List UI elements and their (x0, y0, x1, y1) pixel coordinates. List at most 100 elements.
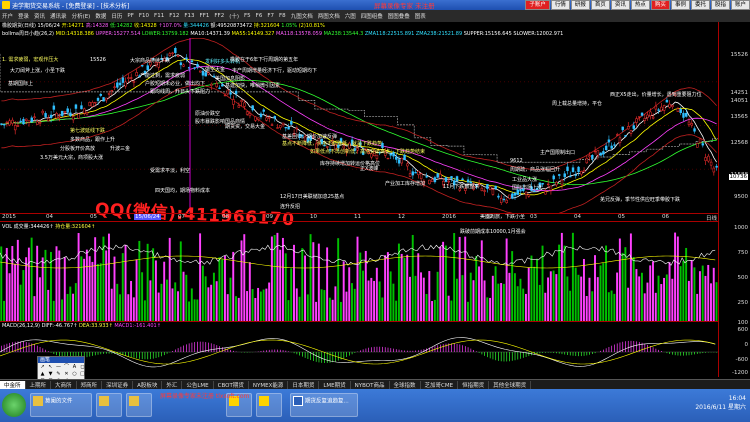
draw-tool-10[interactable]: ○ (71, 371, 78, 378)
market-tab-12[interactable]: NYBOT商品 (351, 380, 390, 389)
candle-body (198, 70, 202, 73)
toolbar-item-24[interactable]: 图表 (415, 12, 426, 20)
toolbar-item-20[interactable]: 两图文档 (318, 12, 340, 20)
volume-bar (530, 255, 533, 322)
volume-panel[interactable]: VOL 成交量:344426↑ 持仓量:321604↑ (0, 221, 718, 322)
toolbar-item-1[interactable]: 登录 (18, 12, 29, 20)
candle-body (607, 139, 611, 143)
system-clock[interactable]: 16:04 2016/6/11 星期六 (695, 395, 746, 411)
candle-body (132, 80, 136, 83)
market-tab-3[interactable]: 郑商所 (77, 380, 103, 389)
volume-bar (511, 251, 514, 322)
taskbar-item-explorer-2[interactable] (126, 393, 152, 417)
toolbar-item-8[interactable]: F10 (139, 13, 149, 19)
taskbar-item-word[interactable]: 期货反复追趋复... (290, 393, 358, 417)
candle-body (618, 137, 622, 143)
toolbar-item-3[interactable]: 通讯录 (50, 12, 67, 20)
market-tab-9[interactable]: NYMEX能源 (249, 380, 289, 389)
market-tab-6[interactable]: 外汇 (162, 380, 183, 389)
taskbar-item-explorer[interactable] (96, 393, 122, 417)
price-chart[interactable] (0, 37, 730, 218)
toolbar-item-2[interactable]: 资讯 (34, 12, 45, 20)
toolbar-item-22[interactable]: 四图组叠 (361, 12, 383, 20)
candle-body (80, 105, 83, 110)
lower-label: LOWER:13759.182 (142, 31, 189, 37)
volume-bar (55, 246, 58, 322)
top-button-1[interactable]: 行情 (550, 0, 570, 10)
draw-tool-5[interactable]: ◻ (79, 364, 86, 371)
market-tab-11[interactable]: LME期货 (319, 380, 351, 389)
chart-annotation: 第七波延线下跌 (70, 128, 106, 134)
toolbar-item-18[interactable]: F8 (279, 13, 286, 19)
draw-tool-7[interactable]: ▼ (47, 371, 54, 378)
draw-tool-8[interactable]: ✎ (55, 371, 62, 378)
draw-tool-4[interactable]: A (71, 364, 78, 371)
macd-panel[interactable]: MACD(26,12,9) DIFF:-46.767↑ DEA:33.933↑ … (0, 321, 718, 379)
market-tab-16[interactable]: 其他全球期货 (489, 380, 532, 389)
candle-body (444, 177, 448, 182)
top-button-6[interactable]: 购买 (650, 0, 670, 10)
market-tab-4[interactable]: 深圳证券 (102, 380, 134, 389)
volume-bar (257, 287, 260, 322)
toolbar-item-6[interactable]: 日历 (111, 12, 122, 20)
chart-annotation: 基建加快，唯稍微引因素 (225, 83, 281, 89)
candle-body (8, 120, 11, 126)
toolbar-item-9[interactable]: F11 (154, 13, 164, 19)
top-button-5[interactable]: 热点 (630, 0, 650, 10)
draw-tool-11[interactable]: □ (79, 371, 86, 378)
main-toolbar: 开户 登录 资讯 通讯录 分析(E) 数据 日历 PF F10 F11 F12 F13 FF1 FF2 (十… (0, 10, 750, 22)
candle-body (44, 113, 47, 117)
chart-annotation: 基差回归，期价加速反弹 (282, 134, 338, 140)
toolbar-item-10[interactable]: F12 (169, 13, 179, 19)
toolbar-item-7[interactable]: PF (127, 13, 133, 19)
market-tab-13[interactable]: 全球指数 (390, 380, 421, 389)
top-button-3[interactable]: 首页 (590, 0, 610, 10)
toolbar-item-5[interactable]: 数据 (95, 12, 106, 20)
top-button-9[interactable]: 股指 (710, 0, 730, 10)
start-button[interactable] (2, 393, 26, 417)
market-tab-2[interactable]: 大商所 (51, 380, 77, 389)
toolbar-item-4[interactable]: 分析(E) (72, 12, 91, 20)
draw-tool-1[interactable]: ↖ (47, 364, 54, 371)
volume-bar (356, 236, 359, 322)
market-tab-1[interactable]: 上期所 (26, 380, 52, 389)
draw-tool-9[interactable]: ✕ (63, 371, 70, 378)
market-tab-15[interactable]: 恒指期货 (458, 380, 490, 389)
draw-tool-6[interactable]: ▲ (39, 371, 46, 378)
toolbar-item-17[interactable]: F7 (267, 13, 274, 19)
toolbar-item-11[interactable]: F13 (184, 13, 194, 19)
toolbar-item-16[interactable]: F6 (256, 13, 263, 19)
volume-bar (632, 256, 635, 322)
toolbar-item-19[interactable]: 九图文档 (291, 12, 313, 20)
candle-body (615, 134, 619, 136)
taskbar-item-app-2[interactable] (256, 393, 282, 417)
market-tab-14[interactable]: 芝加哥CME (421, 380, 459, 389)
top-button-8[interactable]: 委托 (690, 0, 710, 10)
taskbar-item-folder[interactable]: 莫阑的文件 (30, 393, 92, 417)
draw-tool-2[interactable]: — (55, 364, 62, 371)
chart-annotation: 大刀阔斧上涨，小圣下跌 (10, 68, 66, 74)
candle-body (13, 125, 17, 131)
volume-bar (177, 291, 179, 322)
market-tab-0[interactable]: 中金所 (0, 380, 26, 389)
market-tab-5[interactable]: A股板块 (133, 380, 163, 389)
top-button-0[interactable]: 子账户 (525, 0, 550, 10)
draw-tool-0[interactable]: ↗ (39, 364, 46, 371)
market-tab-10[interactable]: 日本期货 (288, 380, 320, 389)
market-tab-7[interactable]: 公告LME (182, 380, 214, 389)
toolbar-item-14[interactable]: (十) (229, 12, 239, 20)
toolbar-item-15[interactable]: F5 (244, 13, 251, 19)
top-button-4[interactable]: 资讯 (610, 0, 630, 10)
toolbar-item-23[interactable]: 图图叠叠 (388, 12, 410, 20)
top-button-10[interactable]: 账户 (730, 0, 750, 10)
top-button-2[interactable]: 研报 (570, 0, 590, 10)
volume-bar (279, 249, 282, 322)
toolbar-item-12[interactable]: FF1 (200, 13, 210, 19)
draw-tool-3[interactable]: ⌒ (63, 364, 70, 371)
toolbar-item-13[interactable]: FF2 (214, 13, 224, 19)
top-button-7[interactable]: 事例 (670, 0, 690, 10)
toolbar-item-0[interactable]: 开户 (2, 12, 13, 20)
market-tab-8[interactable]: CBOT期货 (214, 380, 249, 389)
hold-label: 持:321604 (253, 23, 280, 29)
toolbar-item-21[interactable]: 六图 (345, 12, 356, 20)
